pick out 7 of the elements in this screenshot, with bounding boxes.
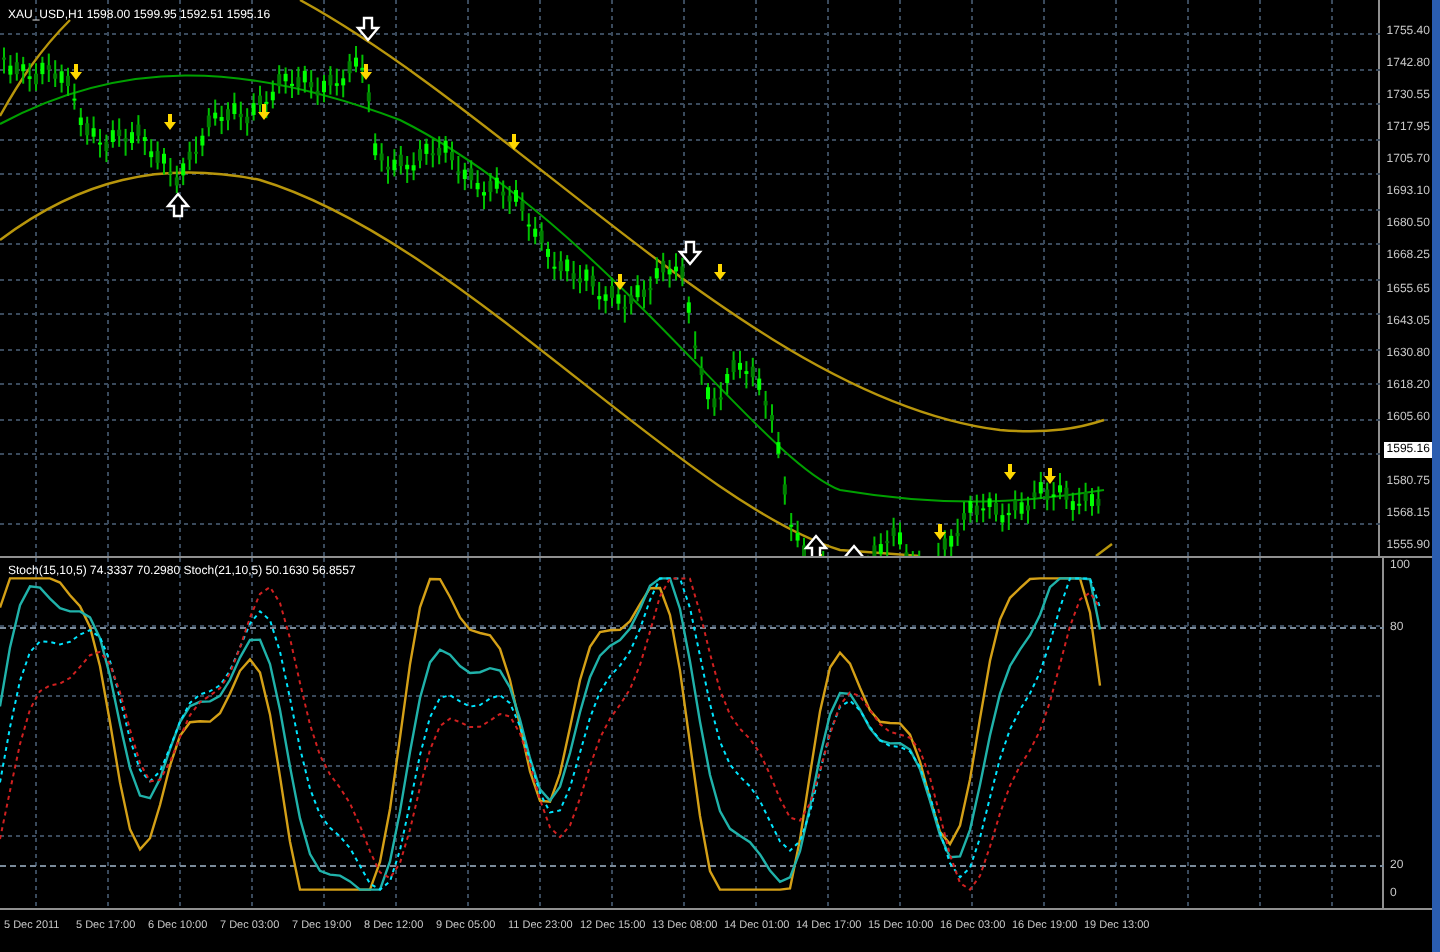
down-arrow-icon <box>677 240 703 266</box>
down-arrow-icon <box>355 16 381 42</box>
up-arrow-icon <box>803 534 829 556</box>
up-arrow-icon <box>165 192 191 218</box>
up-arrow-icon <box>841 544 867 556</box>
upper-band-line <box>0 19 71 117</box>
lower-band-line <box>1095 543 1113 556</box>
